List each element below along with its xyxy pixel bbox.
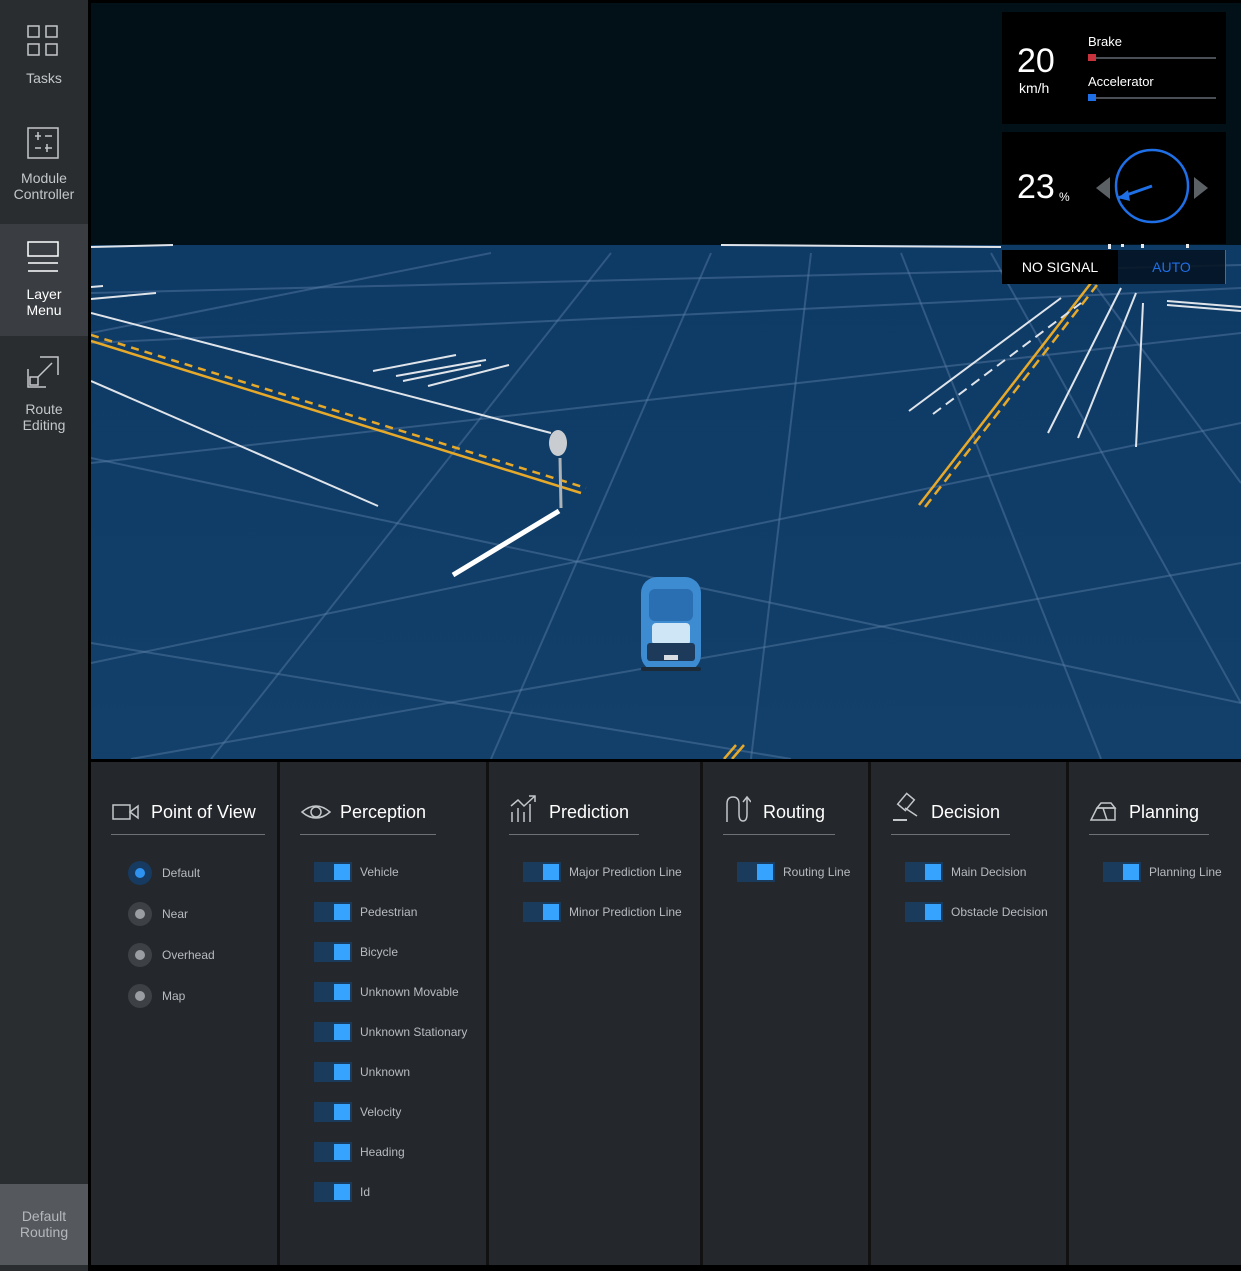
decision-header: Decision xyxy=(891,792,1010,835)
prediction-section: Prediction Major Prediction Line Minor Pr… xyxy=(489,762,700,1265)
toggle-switch[interactable] xyxy=(523,902,561,922)
option-label: Unknown Movable xyxy=(360,985,459,999)
speed-card: 20 km/h Brake Accelerator xyxy=(1002,12,1226,124)
section-title: Perception xyxy=(340,802,427,822)
point-of-view-section: Point of View Default Near Overhead Map xyxy=(91,762,277,1265)
toggle-switch[interactable] xyxy=(1103,862,1141,882)
accelerator-bar-fill xyxy=(1088,94,1096,101)
camera-icon xyxy=(112,804,139,820)
steering-unit: % xyxy=(1059,190,1070,204)
option-label: Map xyxy=(162,989,186,1003)
brake-bar-fill xyxy=(1088,54,1096,61)
toggle-switch[interactable] xyxy=(523,862,561,882)
toggle-switch[interactable] xyxy=(314,862,352,882)
prediction-header: Prediction xyxy=(509,795,639,835)
toggle-switch[interactable] xyxy=(314,1102,352,1122)
ego-vehicle xyxy=(641,577,701,671)
route-edit-icon xyxy=(27,356,59,388)
option-label: Major Prediction Line xyxy=(569,865,682,879)
toggle-switch[interactable] xyxy=(314,942,352,962)
radio-button[interactable] xyxy=(128,943,152,967)
eye-icon xyxy=(300,805,332,819)
layers-icon xyxy=(27,241,59,272)
brake-label: Brake xyxy=(1088,34,1122,49)
option-label: Near xyxy=(162,907,189,921)
steering-wheel-icon xyxy=(1096,148,1208,224)
sidebar-item-route-editing[interactable]: Route Editing xyxy=(0,337,88,449)
section-title: Planning xyxy=(1129,802,1200,822)
ground-plane xyxy=(91,245,1241,759)
toggle-switch[interactable] xyxy=(314,1022,352,1042)
toggle-switch[interactable] xyxy=(905,902,943,922)
sliders-icon xyxy=(27,127,59,159)
option-label: Unknown Stationary xyxy=(360,1025,468,1039)
toggle-switch[interactable] xyxy=(314,1062,352,1082)
planning-section: Planning Planning Line xyxy=(1069,762,1241,1265)
layer-menu-panel: Point of View Default Near Overhead Map … xyxy=(91,762,1241,1265)
planning-icon xyxy=(1089,802,1117,821)
toggle-switch[interactable] xyxy=(314,982,352,1002)
steering-value: 23 xyxy=(1017,168,1055,206)
section-title: Point of View xyxy=(151,802,256,822)
speed-unit: km/h xyxy=(1019,80,1050,96)
radio-button[interactable] xyxy=(128,902,152,926)
sidebar-item-module-controller[interactable]: Module Controller xyxy=(0,112,88,224)
section-title: Routing xyxy=(763,802,826,822)
option-label: Main Decision xyxy=(951,865,1027,879)
toggle-switch[interactable] xyxy=(314,1142,352,1162)
toggle-switch[interactable] xyxy=(737,862,775,882)
routing-section: Routing Routing Line xyxy=(703,762,868,1265)
brake-bar xyxy=(1088,54,1216,61)
option-label: Bicycle xyxy=(360,945,399,959)
decision-section: Decision Main Decision Obstacle Decision xyxy=(871,762,1066,1265)
u-turn-icon xyxy=(726,795,751,822)
default-routing-label: Default xyxy=(21,1208,67,1224)
speed-value: 20 xyxy=(1017,42,1055,80)
option-label: Minor Prediction Line xyxy=(569,905,682,919)
point-of-view-header: Point of View xyxy=(111,796,265,835)
radio-button[interactable] xyxy=(128,984,152,1008)
option-label: Routing Line xyxy=(783,865,851,879)
default-routing-button[interactable]: Default Routing xyxy=(0,1184,88,1265)
option-label: Id xyxy=(360,1185,371,1199)
toggle-switch[interactable] xyxy=(314,1182,352,1202)
toggle-switch[interactable] xyxy=(314,902,352,922)
turn-signal-status: NO SIGNAL xyxy=(1002,250,1118,284)
option-label: Overhead xyxy=(162,948,215,962)
default-routing-label: Routing xyxy=(19,1224,69,1240)
planning-header: Planning xyxy=(1089,796,1209,835)
gavel-icon xyxy=(893,792,918,821)
sidebar: Tasks Module Controller Layer Menu Route… xyxy=(0,0,88,1271)
section-title: Decision xyxy=(931,802,1001,822)
sidebar-item-label: Layer Menu xyxy=(26,286,62,318)
option-label: Planning Line xyxy=(1149,865,1222,879)
driving-mode-status: AUTO xyxy=(1118,250,1226,284)
option-label: Default xyxy=(162,866,201,880)
sidebar-item-label: Tasks xyxy=(26,70,62,86)
toggle-switch[interactable] xyxy=(905,862,943,882)
sidebar-item-layer-menu[interactable]: Layer Menu xyxy=(0,224,88,336)
option-label: Velocity xyxy=(360,1105,402,1119)
accelerator-bar xyxy=(1088,94,1216,101)
option-label: Unknown xyxy=(360,1065,411,1079)
sidebar-item-label: Module Controller xyxy=(13,170,75,202)
trend-chart-icon xyxy=(510,795,536,822)
right-turn-arrow-icon xyxy=(1194,177,1208,199)
option-label: Pedestrian xyxy=(360,905,418,919)
steering-card: 23 % xyxy=(1002,132,1226,244)
sidebar-item-label: Route Editing xyxy=(22,401,66,433)
option-label: Obstacle Decision xyxy=(951,905,1048,919)
accelerator-label: Accelerator xyxy=(1088,74,1154,89)
option-label: Heading xyxy=(360,1145,405,1159)
radio-button[interactable] xyxy=(128,861,152,885)
routing-header: Routing xyxy=(723,795,835,835)
section-title: Prediction xyxy=(549,802,630,822)
option-label: Vehicle xyxy=(360,865,399,879)
grid-icon xyxy=(27,25,58,56)
sidebar-item-tasks[interactable]: Tasks xyxy=(0,0,88,112)
perception-header: Perception xyxy=(300,796,436,835)
signal-status-row: NO SIGNAL AUTO xyxy=(1002,250,1226,284)
perception-section: Perception Vehicle Pedestrian Bicycle Unkno… xyxy=(280,762,486,1265)
left-turn-arrow-icon xyxy=(1096,177,1110,199)
